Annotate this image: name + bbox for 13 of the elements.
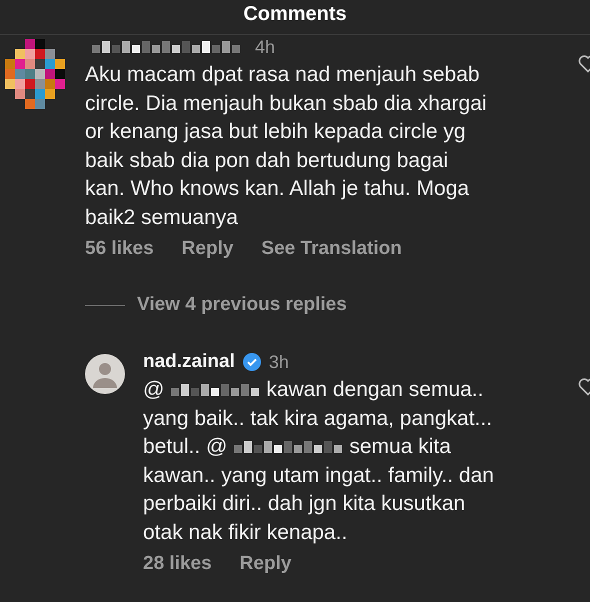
likes-count: 56 likes bbox=[85, 238, 154, 260]
comment-text: Aku macam dpat rasa nad menjauh sebab circle. Dia menjauh bukan sbab dia xhargai or kenang jasa but lebih kepada circle yg baik sbab dia pon dah bertudung bagai kan. Who knows kan. Allah je tahu. Moga baik2 semuanya bbox=[85, 62, 487, 230]
comment-time: 4h bbox=[255, 36, 276, 58]
translation-link[interactable]: See Translation bbox=[261, 238, 402, 260]
likes-count: 28 likes bbox=[143, 553, 212, 575]
page-title: Comments bbox=[243, 2, 347, 26]
view-replies-link[interactable]: View 4 previous replies bbox=[137, 294, 347, 316]
comment-time: 3h bbox=[268, 352, 289, 372]
reply-link[interactable]: Reply bbox=[240, 553, 292, 575]
avatar-icon bbox=[85, 354, 125, 394]
reply-link[interactable]: Reply bbox=[182, 238, 234, 260]
username[interactable]: nad.zainal bbox=[143, 351, 235, 373]
comment-text: @ kawan dengan semua.. yang baik.. tak kira agama, pangkat... betul.. @ semua kita kawan.. yang utam ingat.. family.. dan perbaiki diri.. dah jgn kita kusutkan otak nak fikir kenapa.. bbox=[143, 377, 494, 546]
